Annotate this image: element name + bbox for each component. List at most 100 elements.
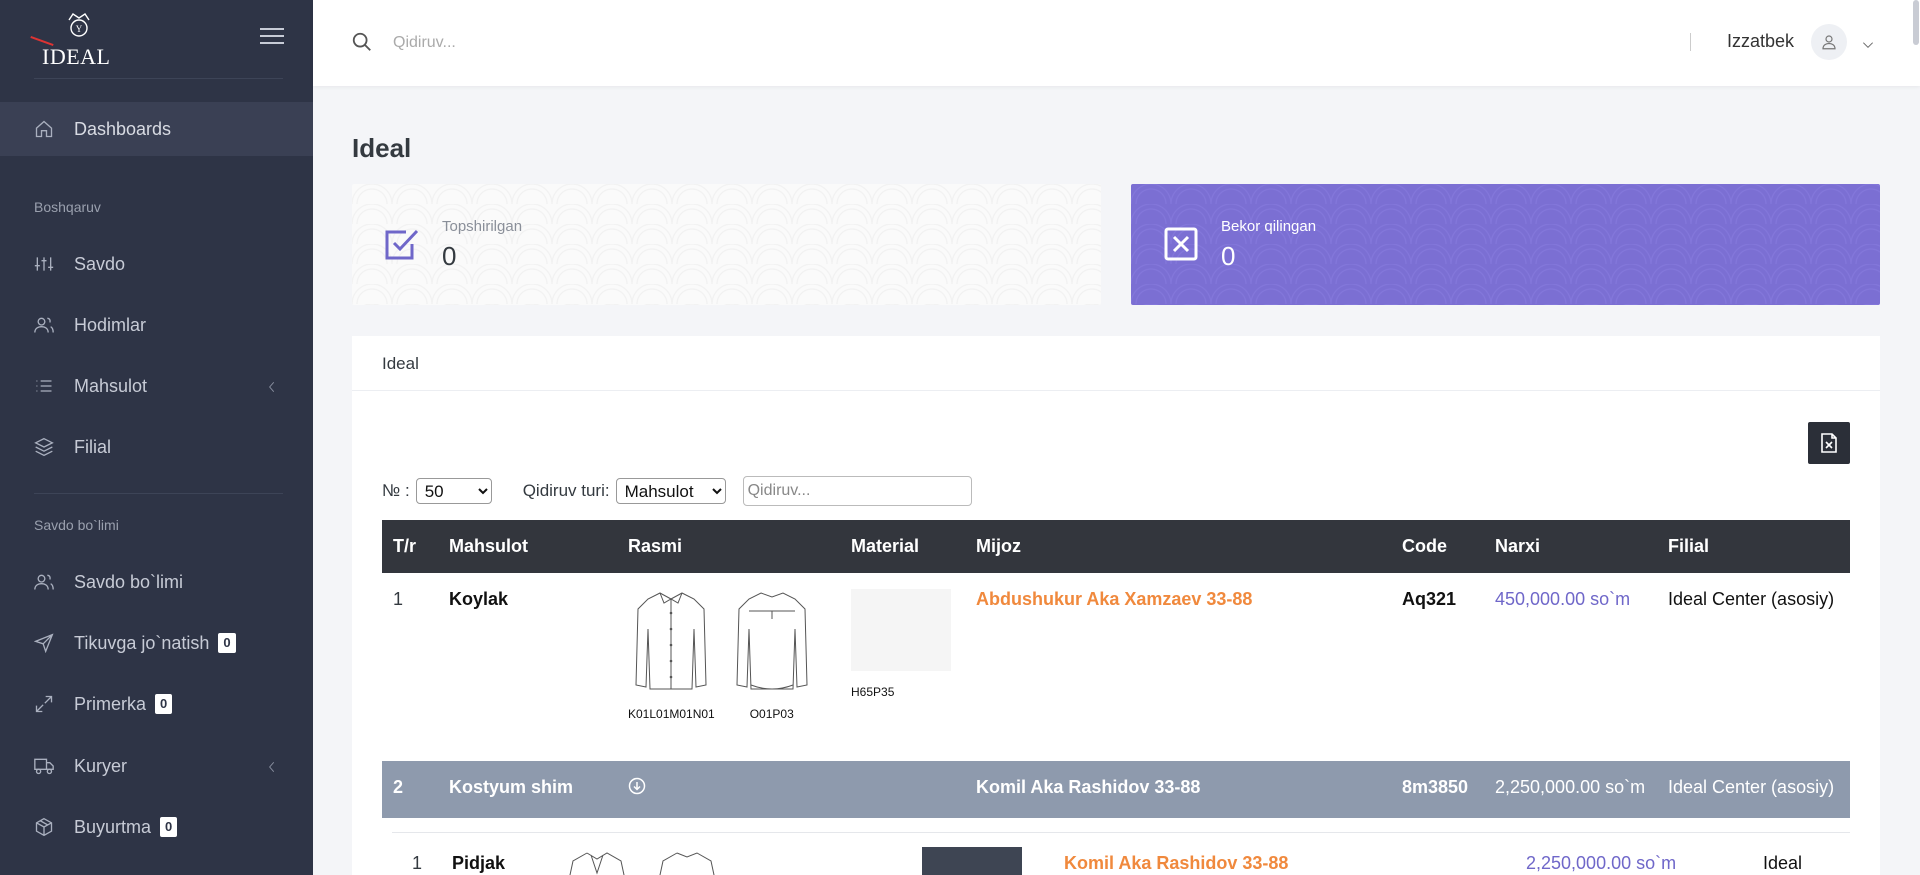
- branch: Ideal Center (asosiy): [1668, 589, 1835, 609]
- rows-per-page-label: № :: [382, 481, 410, 500]
- stat-card-delivered: Topshirilgan 0: [352, 184, 1101, 305]
- truck-icon: [34, 756, 54, 776]
- excel-file-icon: [1821, 433, 1837, 453]
- expand-cell: [617, 761, 840, 818]
- section-label: Boshqaruv: [34, 199, 101, 215]
- product-name: Pidjak: [452, 853, 506, 873]
- users-icon: [34, 315, 54, 335]
- chevron-down-icon[interactable]: [1861, 36, 1875, 50]
- search-icon[interactable]: [351, 31, 373, 53]
- global-search-input[interactable]: [393, 28, 793, 58]
- column-header[interactable]: Filial: [1657, 520, 1850, 573]
- stat-value: 0: [442, 241, 457, 271]
- image-code: K01L01M01N01: [628, 707, 715, 721]
- sidebar-item-label: Savdo: [74, 253, 126, 274]
- arrow-down-circle-icon[interactable]: [628, 777, 646, 799]
- table-row-group[interactable]: 2 Kostyum shim Komil Aka Rashidov 33-88 …: [382, 761, 1850, 818]
- scrollbar[interactable]: [1913, 0, 1919, 45]
- table-search-input[interactable]: [742, 476, 972, 506]
- customer-name[interactable]: Komil Aka Rashidov 33-88: [965, 761, 1391, 818]
- customer-link[interactable]: Abdushukur Aka Xamzaev 33-88: [965, 573, 1391, 761]
- sub-table-row[interactable]: 1 Pidjak Komil Aka Rashidov 33-88 2,250,…: [392, 833, 1850, 875]
- sidebar-item-label: Tikuvga jo`natish: [74, 632, 210, 653]
- user-icon: [1822, 35, 1836, 50]
- price: 2,250,000.00 so`m: [1484, 761, 1657, 818]
- sidebar-item-buyurtma[interactable]: Buyurtma 0: [0, 800, 313, 854]
- sidebar-item-label: Filial: [74, 436, 112, 457]
- sidebar-item-label: Primerka: [74, 693, 147, 714]
- jacket-back-image[interactable]: [657, 849, 717, 875]
- crown-icon: Y: [68, 13, 90, 37]
- rows-per-page-select[interactable]: 50: [415, 478, 492, 504]
- material-swatch[interactable]: [851, 589, 951, 671]
- export-excel-button[interactable]: [1808, 422, 1850, 464]
- sidebar-item-tikuvga-jonatish[interactable]: Tikuvga jo`natish 0: [0, 616, 313, 670]
- orders-panel: Ideal № : 50 Qidiruv turi: Mahsulot T/r …: [352, 336, 1880, 875]
- sidebar-item-dashboards[interactable]: Dashboards: [0, 102, 313, 156]
- expand-icon: [34, 694, 54, 714]
- sidebar-item-filial[interactable]: Filial: [0, 420, 313, 474]
- branch: Ideal Center: [1763, 853, 1817, 875]
- material-cell: H65P35: [840, 573, 965, 761]
- list-icon: [34, 376, 54, 396]
- image-code: O01P03: [749, 707, 794, 721]
- row-number: 2: [382, 761, 438, 818]
- filters-row: № : 50 Qidiruv turi: Mahsulot: [382, 476, 972, 506]
- menu-toggle-button[interactable]: [260, 28, 284, 48]
- section-label: Savdo bo`limi: [34, 517, 119, 533]
- customer-link[interactable]: Komil Aka Rashidov 33-88: [1064, 853, 1288, 874]
- logo-row: Y IDEAL: [0, 0, 313, 80]
- sidebar-item-label: Kuryer: [74, 755, 128, 776]
- sidebar-item-label: Mahsulot: [74, 375, 148, 396]
- search-type-select[interactable]: Mahsulot: [615, 478, 726, 504]
- column-header[interactable]: T/r: [382, 520, 438, 573]
- users-icon: [34, 572, 54, 592]
- order-code: Aq321: [1402, 589, 1457, 609]
- home-icon: [34, 119, 54, 139]
- jacket-front-image[interactable]: [567, 849, 627, 875]
- user-name[interactable]: Izzatbek: [1727, 31, 1794, 52]
- sidebar-item-savdo[interactable]: Savdo: [0, 237, 313, 291]
- material-cell: [840, 761, 965, 818]
- search-type-label: Qidiruv turi:: [522, 481, 610, 500]
- send-icon: [34, 633, 54, 653]
- column-header[interactable]: Narxi: [1484, 520, 1657, 573]
- column-header[interactable]: Mijoz: [965, 520, 1391, 573]
- shirt-front-image[interactable]: K01L01M01N01: [628, 589, 715, 721]
- stat-label: Topshirilgan: [442, 218, 523, 235]
- sidebar-item-savdo-bolimi[interactable]: Savdo bo`limi: [0, 555, 313, 609]
- product-name: Koylak: [449, 589, 509, 609]
- sidebar-item-kuryer[interactable]: Kuryer: [0, 739, 313, 793]
- sidebar-item-label: Buyurtma: [74, 816, 152, 837]
- sidebar-item-label: Dashboards: [74, 118, 172, 139]
- avatar[interactable]: [1811, 24, 1847, 60]
- layers-icon: [34, 437, 54, 457]
- sub-items-table: 1 Pidjak Komil Aka Rashidov 33-88 2,250,…: [392, 832, 1850, 875]
- column-header[interactable]: Material: [840, 520, 965, 573]
- row-number: 1: [393, 589, 404, 609]
- brand-logo[interactable]: Y IDEAL: [30, 8, 118, 69]
- chevron-left-icon: [265, 378, 279, 392]
- price: 2,250,000.00 so`m: [1526, 853, 1677, 873]
- column-header[interactable]: Rasmi: [617, 520, 840, 573]
- chevron-left-icon: [265, 758, 279, 772]
- table-row[interactable]: 1 Koylak K01L01M01N01 O01P03 H65P35 Abdu…: [382, 573, 1850, 761]
- sidebar-item-hodimlar[interactable]: Hodimlar: [0, 298, 313, 352]
- column-header[interactable]: Code: [1391, 520, 1484, 573]
- price: 450,000.00 so`m: [1495, 589, 1631, 609]
- sidebar-item-primerka[interactable]: Primerka 0: [0, 677, 313, 731]
- product-images: [567, 849, 717, 875]
- stat-card-cancelled: Bekor qilingan 0: [1131, 184, 1880, 305]
- material-swatch[interactable]: [922, 847, 1022, 875]
- close-box-icon: [1161, 224, 1201, 264]
- divider: [1690, 33, 1691, 51]
- panel-title: Ideal: [382, 354, 419, 373]
- divider: [34, 493, 283, 494]
- product-images: K01L01M01N01 O01P03: [617, 573, 840, 761]
- stat-value: 0: [1221, 241, 1236, 271]
- shirt-back-image[interactable]: O01P03: [735, 589, 809, 721]
- checkbox-checked-icon: [382, 224, 422, 264]
- sidebar-item-mahsulot[interactable]: Mahsulot: [0, 359, 313, 413]
- sidebar-item-label: Savdo bo`limi: [74, 571, 184, 592]
- column-header[interactable]: Mahsulot: [438, 520, 617, 573]
